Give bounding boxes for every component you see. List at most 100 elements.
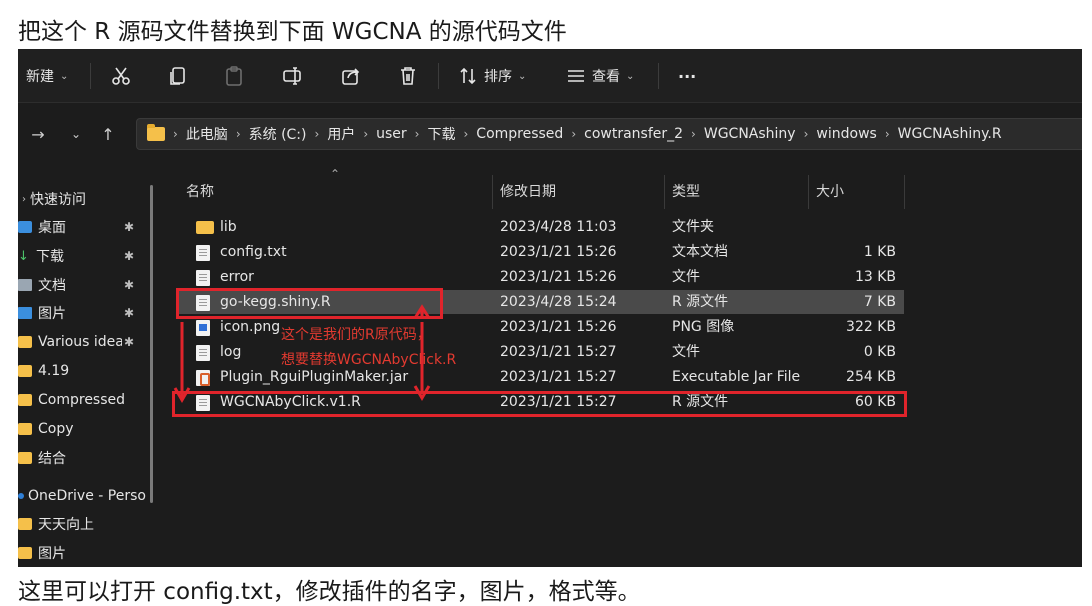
rename-button[interactable] (282, 49, 304, 103)
chevron-right-icon: › (803, 127, 809, 141)
address-bar[interactable]: › 此电脑 › 系统 (C:) › 用户 › user › 下载 › Compr… (136, 118, 1082, 150)
nav-item-combine[interactable]: 结合 (18, 446, 158, 470)
column-header-type[interactable]: 类型 (672, 171, 700, 211)
nav-quick-access[interactable]: › 快速访问 (22, 187, 162, 211)
breadcrumb-item[interactable]: WGCNAshiny (704, 126, 796, 142)
file-date: 2023/1/21 15:27 (500, 369, 617, 385)
nav-item-documents[interactable]: 文档 ✱ (18, 273, 158, 297)
nav-label: OneDrive - Perso (28, 488, 146, 504)
nav-label: 快速访问 (30, 192, 86, 208)
folder-icon (18, 336, 32, 348)
nav-item-compressed[interactable]: Compressed (18, 388, 158, 412)
nav-label: Various idea (38, 334, 122, 350)
file-size: 0 KB (863, 344, 896, 360)
rename-icon (283, 67, 301, 85)
chevron-right-icon: › (884, 127, 890, 141)
file-size: 254 KB (846, 369, 896, 385)
pin-icon: ✱ (124, 306, 135, 320)
nav-label: 桌面 (38, 220, 66, 236)
nav-item-onedrive[interactable]: OneDrive - Perso (18, 484, 158, 508)
column-header-size[interactable]: 大小 (816, 171, 844, 211)
recent-locations-button[interactable]: ⌄ (66, 122, 86, 146)
nav-label: 下载 (36, 249, 64, 265)
file-icon (196, 270, 210, 286)
paste-icon (226, 66, 242, 86)
breadcrumb-item[interactable]: cowtransfer_2 (584, 126, 683, 142)
breadcrumb-item[interactable]: windows (816, 126, 876, 142)
nav-label: 图片 (38, 306, 66, 322)
file-type: Executable Jar File (672, 369, 801, 385)
delete-button[interactable] (398, 49, 418, 103)
share-button[interactable] (340, 49, 362, 103)
chevron-down-icon: ⌄ (626, 70, 635, 82)
file-date: 2023/1/21 15:26 (500, 319, 617, 335)
nav-item-downloads[interactable]: ↓ 下载 ✱ (18, 244, 158, 268)
breadcrumb-item[interactable]: 下载 (427, 124, 455, 144)
nav-item-pictures-onedrive[interactable]: 图片 (18, 541, 158, 565)
view-button[interactable]: 查看 ⌄ (566, 49, 634, 103)
top-caption: 把这个 R 源码文件替换到下面 WGCNA 的源代码文件 (18, 19, 567, 45)
nav-label: 4.19 (38, 363, 70, 379)
nav-item-copy[interactable]: Copy (18, 417, 158, 441)
chevron-right-icon: › (235, 127, 241, 141)
nav-item-pictures[interactable]: 图片 ✱ (18, 301, 158, 325)
nav-item-4-19[interactable]: 4.19 (18, 359, 158, 383)
download-icon: ↓ (18, 248, 29, 264)
sort-button[interactable]: 排序 ⌄ (458, 49, 526, 103)
file-size: 1 KB (863, 244, 896, 260)
file-row[interactable]: lib 2023/4/28 11:03 文件夹 (176, 215, 904, 239)
annotation-line-1: 这个是我们的R原代码， (281, 327, 431, 343)
breadcrumb-item[interactable]: user (376, 126, 407, 142)
new-button[interactable]: 新建 ⌄ (26, 49, 68, 103)
file-date: 2023/1/21 15:27 (500, 344, 617, 360)
forward-button[interactable]: → (28, 122, 48, 146)
copy-button[interactable] (168, 49, 188, 103)
breadcrumb-item[interactable]: Compressed (476, 126, 563, 142)
nav-scrollbar[interactable] (150, 185, 153, 503)
cut-button[interactable] (110, 49, 132, 103)
file-name: config.txt (220, 244, 287, 260)
annotation-note: 这个是我们的R原代码， 想要替换WGCNAbyClick.R (281, 323, 456, 373)
documents-icon (18, 279, 32, 291)
nav-label: 文档 (38, 278, 66, 294)
column-header-name[interactable]: 名称 (186, 171, 214, 211)
chevron-right-icon: › (314, 127, 320, 141)
arrow-up-icon: ↑ (101, 124, 115, 144)
file-size: 322 KB (846, 319, 896, 335)
up-button[interactable]: ↑ (98, 122, 118, 146)
nav-item-various-idea[interactable]: Various idea ✱ (18, 330, 158, 354)
pin-icon: ✱ (124, 335, 135, 349)
sort-icon (460, 67, 476, 85)
trash-icon (401, 67, 415, 85)
file-date: 2023/1/21 15:26 (500, 269, 617, 285)
pictures-icon (18, 307, 32, 319)
desktop-icon (18, 221, 32, 233)
breadcrumb-item[interactable]: 系统 (C:) (249, 124, 307, 144)
navigation-pane: › 快速访问 桌面 ✱ ↓ 下载 ✱ 文档 ✱ 图片 ✱ Various ide… (18, 171, 158, 567)
breadcrumb-item[interactable]: WGCNAshiny.R (898, 126, 1002, 142)
breadcrumb-item[interactable]: 此电脑 (186, 124, 228, 144)
column-header-date[interactable]: 修改日期 (500, 171, 556, 211)
chevron-down-icon: › (22, 193, 26, 205)
view-label: 查看 (592, 69, 620, 85)
chevron-down-icon: ⌄ (518, 70, 527, 82)
nav-item-tiantian[interactable]: 天天向上 (18, 512, 158, 536)
breadcrumb-item[interactable]: 用户 (327, 124, 355, 144)
paste-button[interactable] (224, 49, 244, 103)
file-row[interactable]: error 2023/1/21 15:26 文件 13 KB (176, 265, 904, 289)
chevron-right-icon: › (571, 127, 577, 141)
file-row[interactable]: config.txt 2023/1/21 15:26 文本文档 1 KB (176, 240, 904, 264)
chevron-down-icon: ⌄ (60, 70, 69, 82)
file-type: PNG 图像 (672, 319, 735, 335)
view-icon (568, 70, 584, 82)
copy-icon (170, 67, 185, 85)
more-button[interactable]: ··· (678, 49, 696, 103)
file-type: 文件 (672, 344, 700, 360)
file-type: 文件 (672, 269, 700, 285)
file-size (816, 215, 896, 239)
file-date: 2023/4/28 11:03 (500, 219, 617, 235)
pin-icon: ✱ (124, 220, 135, 234)
nav-item-desktop[interactable]: 桌面 ✱ (18, 215, 158, 239)
file-size: 13 KB (854, 269, 896, 285)
command-bar: 新建 ⌄ 排序 ⌄ 查看 ⌄ ··· (18, 49, 1082, 103)
